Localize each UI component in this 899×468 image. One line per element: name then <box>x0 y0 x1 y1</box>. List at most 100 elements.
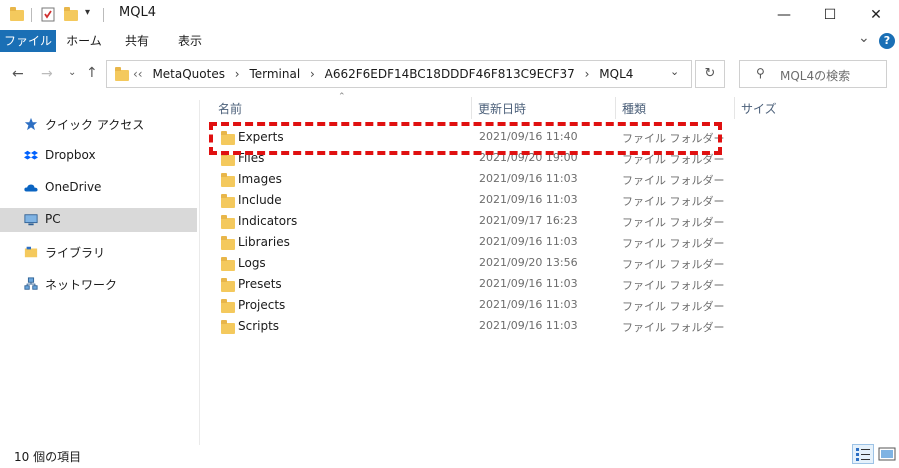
sidebar-item-quick-access[interactable]: クイック アクセス <box>0 112 197 136</box>
folder-icon <box>10 7 24 21</box>
tab-share[interactable]: 共有 <box>114 30 160 52</box>
file-name: Projects <box>238 298 286 312</box>
breadcrumb-separator[interactable]: › <box>310 67 315 81</box>
column-separator[interactable] <box>734 97 735 119</box>
file-row[interactable]: Indicators 2021/09/17 16:23 ファイル フォルダー <box>212 211 732 232</box>
network-icon <box>24 277 38 290</box>
new-folder-icon[interactable] <box>64 7 78 21</box>
sort-ascending-icon: ⌃ <box>338 92 346 102</box>
sidebar-item-pc[interactable]: PC <box>0 208 197 232</box>
maximize-button[interactable]: ☐ <box>807 0 853 30</box>
file-date: 2021/09/17 16:23 <box>479 214 578 227</box>
sidebar-item-label: Dropbox <box>45 148 96 162</box>
recent-locations-icon[interactable]: ⌄ <box>68 67 76 78</box>
status-item-count: 10 個の項目 <box>14 450 82 464</box>
details-view-icon <box>856 448 870 461</box>
folder-icon <box>221 257 235 271</box>
file-row[interactable]: Include 2021/09/16 11:03 ファイル フォルダー <box>212 190 732 211</box>
forward-arrow-icon[interactable]: → <box>41 66 53 82</box>
file-name: Presets <box>238 277 282 291</box>
ribbon-collapse-icon[interactable]: ⌄ <box>858 30 870 46</box>
column-header-size[interactable]: サイズ <box>741 100 777 120</box>
sidebar-item-label: ライブラリ <box>45 246 106 260</box>
file-type: ファイル フォルダー <box>622 321 725 334</box>
search-icon: ⚲ <box>756 66 765 80</box>
help-icon[interactable]: ? <box>879 33 895 49</box>
details-view-button[interactable] <box>852 444 874 464</box>
file-type: ファイル フォルダー <box>622 237 725 250</box>
column-header-date[interactable]: 更新日時 <box>478 100 526 120</box>
folder-icon <box>221 194 235 208</box>
folder-icon <box>221 236 235 250</box>
file-name: Images <box>238 172 282 186</box>
folder-icon <box>221 278 235 292</box>
sidebar-item-onedrive[interactable]: OneDrive <box>0 176 197 200</box>
pane-divider[interactable] <box>199 100 200 445</box>
breadcrumb-separator[interactable]: › <box>235 67 240 81</box>
file-date: 2021/09/16 11:03 <box>479 235 578 248</box>
file-type: ファイル フォルダー <box>622 195 725 208</box>
sidebar-item-label: OneDrive <box>45 180 102 194</box>
star-icon <box>24 117 38 131</box>
file-name: Scripts <box>238 319 280 333</box>
file-date: 2021/09/16 11:03 <box>479 193 578 206</box>
breadcrumb-separator[interactable]: › <box>585 67 590 81</box>
column-separator[interactable] <box>471 97 472 119</box>
tab-view[interactable]: 表示 <box>166 30 214 52</box>
breadcrumb-mql4[interactable]: MQL4 <box>599 67 633 81</box>
file-row[interactable]: Images 2021/09/16 11:03 ファイル フォルダー <box>212 169 732 190</box>
sidebar-item-label: クイック アクセス <box>45 118 145 132</box>
search-placeholder: MQL4の検索 <box>780 69 851 83</box>
quick-access-dropdown-icon[interactable]: ▾ <box>85 7 90 18</box>
address-dropdown-icon[interactable]: ⌄ <box>670 65 679 78</box>
file-name: Indicators <box>238 214 298 228</box>
highlight-box <box>209 122 722 155</box>
large-icons-view-button[interactable] <box>876 444 898 464</box>
file-name: Libraries <box>238 235 290 249</box>
file-name: Include <box>238 193 282 207</box>
breadcrumb-overflow[interactable]: ‹‹ <box>133 67 143 81</box>
folder-icon <box>115 67 129 81</box>
cloud-icon <box>24 184 38 192</box>
sidebar-item-label: ネットワーク <box>45 278 118 292</box>
file-row[interactable]: Libraries 2021/09/16 11:03 ファイル フォルダー <box>212 232 732 253</box>
breadcrumb-terminal[interactable]: Terminal <box>249 67 300 81</box>
column-separator[interactable] <box>615 97 616 119</box>
back-arrow-icon[interactable]: ← <box>12 66 24 82</box>
file-row[interactable]: Logs 2021/09/20 13:56 ファイル フォルダー <box>212 253 732 274</box>
file-type: ファイル フォルダー <box>622 258 725 271</box>
file-type: ファイル フォルダー <box>622 174 725 187</box>
file-row[interactable]: Projects 2021/09/16 11:03 ファイル フォルダー <box>212 295 732 316</box>
file-type: ファイル フォルダー <box>622 279 725 292</box>
window-title: MQL4 <box>119 5 156 20</box>
column-header-name[interactable]: 名前 <box>218 100 242 120</box>
navigation-pane: クイック アクセス Dropbox OneDrive PC ライブラリ ネットワ… <box>0 100 197 440</box>
file-date: 2021/09/16 11:03 <box>479 319 578 332</box>
file-date: 2021/09/16 11:03 <box>479 277 578 290</box>
file-row[interactable]: Scripts 2021/09/16 11:03 ファイル フォルダー <box>212 316 732 337</box>
folder-icon <box>221 152 235 166</box>
folder-icon <box>221 215 235 229</box>
breadcrumb-metaquotes[interactable]: MetaQuotes <box>152 67 225 81</box>
tab-file[interactable]: ファイル <box>0 30 56 52</box>
sidebar-item-dropbox[interactable]: Dropbox <box>0 144 197 168</box>
breadcrumb-terminal-id[interactable]: A662F6EDF14BC18DDDF46F813C9ECF37 <box>325 67 575 81</box>
pc-icon <box>24 214 38 226</box>
sidebar-item-network[interactable]: ネットワーク <box>0 272 197 296</box>
dropbox-icon <box>24 150 38 160</box>
up-arrow-icon[interactable]: ↑ <box>86 65 98 81</box>
close-button[interactable]: ✕ <box>853 0 899 30</box>
file-type: ファイル フォルダー <box>622 300 725 313</box>
tab-home[interactable]: ホーム <box>60 30 108 52</box>
sidebar-item-libraries[interactable]: ライブラリ <box>0 240 197 264</box>
address-bar[interactable]: ‹‹ MetaQuotes › Terminal › A662F6EDF14BC… <box>106 60 692 88</box>
minimize-button[interactable]: — <box>761 0 807 30</box>
refresh-button[interactable]: ↻ <box>695 60 725 88</box>
column-header-type[interactable]: 種類 <box>622 100 646 120</box>
folder-icon <box>221 173 235 187</box>
properties-icon[interactable] <box>41 7 55 22</box>
folder-icon <box>221 299 235 313</box>
file-name: Logs <box>238 256 266 270</box>
search-box[interactable]: ⚲ MQL4の検索 <box>739 60 887 88</box>
file-row[interactable]: Presets 2021/09/16 11:03 ファイル フォルダー <box>212 274 732 295</box>
